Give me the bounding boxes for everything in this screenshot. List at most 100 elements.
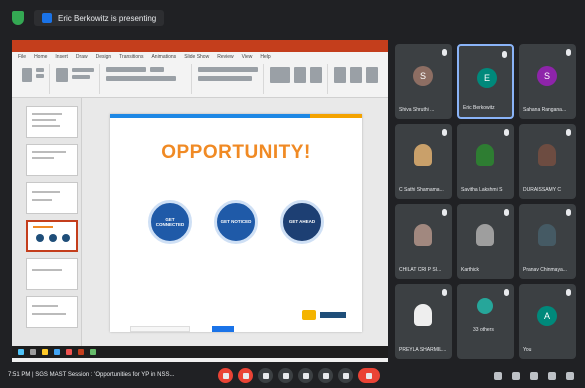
avatar: [538, 144, 556, 166]
participant-tile[interactable]: S Shiva Shruthi ...: [395, 44, 452, 119]
participant-name: PREYLA SHARMIL...: [399, 347, 447, 353]
leave-call-button[interactable]: [358, 368, 380, 383]
ribbon-tab[interactable]: File: [18, 54, 26, 60]
raise-hand-button[interactable]: [318, 368, 333, 383]
participant-tile[interactable]: Savitha Lakshmi S: [457, 124, 514, 199]
slide-accent-bar-orange: [310, 114, 362, 118]
participant-tile[interactable]: Pranav Chinmaya...: [519, 204, 576, 279]
mic-off-button[interactable]: [218, 368, 233, 383]
group-avatar: [477, 298, 493, 314]
meeting-title: SGS MAST Session : 'Opportunities for YP…: [35, 372, 175, 378]
lock-icon[interactable]: [566, 372, 574, 380]
mic-off-icon: [504, 289, 509, 296]
participant-tile[interactable]: 33 others: [457, 284, 514, 359]
shared-screen: File Home Insert Draw Design Transitions Anima…: [12, 40, 388, 362]
mic-off-icon: [222, 372, 229, 379]
slide-accent-bar: [110, 114, 310, 118]
avatar: [414, 144, 432, 166]
slide-thumbnail[interactable]: [26, 296, 78, 328]
emoji-button[interactable]: [278, 368, 293, 383]
drawing-group: [266, 64, 328, 94]
ribbon-tab[interactable]: Animations: [151, 54, 176, 60]
avatar: [476, 224, 494, 246]
start-icon[interactable]: [18, 349, 24, 355]
captions-button[interactable]: [258, 368, 273, 383]
notes-button[interactable]: [212, 326, 234, 332]
participant-tile[interactable]: E Eric Berkowitz: [457, 44, 514, 119]
meeting-time: 7:51 PM: [8, 372, 31, 378]
logo-icon: [302, 310, 316, 320]
avatar: S: [413, 66, 433, 86]
slide-thumbnail[interactable]: [26, 258, 78, 290]
participant-tile[interactable]: PREYLA SHARMIL...: [395, 284, 452, 359]
ribbon-tab[interactable]: Home: [34, 54, 47, 60]
mic-off-icon: [442, 209, 447, 216]
circle-get-connected: GET CONNECTED: [148, 200, 192, 244]
logo-icon: [320, 312, 346, 318]
slide-thumbnail[interactable]: [26, 144, 78, 176]
info-icon[interactable]: [494, 372, 502, 380]
edge-icon[interactable]: [54, 349, 60, 355]
slide-thumbnail[interactable]: [26, 182, 78, 214]
participant-tile[interactable]: S Sahana Rangana...: [519, 44, 576, 119]
mic-off-icon: [504, 209, 509, 216]
font-group: [102, 64, 192, 94]
notes-field[interactable]: [130, 326, 190, 332]
camera-off-button[interactable]: [238, 368, 253, 383]
avatar: A: [537, 306, 557, 326]
slide-thumbnail[interactable]: [26, 106, 78, 138]
slide-thumbnail-selected[interactable]: [26, 220, 78, 252]
participant-tile[interactable]: C Sathi Shamama...: [395, 124, 452, 199]
participant-tile[interactable]: DURAISSAMY C: [519, 124, 576, 199]
captions-icon: [262, 372, 269, 379]
mic-off-icon: [442, 129, 447, 136]
avatar: S: [537, 66, 557, 86]
powerpoint-icon[interactable]: [78, 349, 84, 355]
participant-name: DURAISSAMY C: [523, 187, 561, 193]
ribbon-tab[interactable]: Slide Show: [184, 54, 209, 60]
ribbon-tab[interactable]: Insert: [55, 54, 68, 60]
search-icon[interactable]: [30, 349, 36, 355]
people-icon[interactable]: [512, 372, 520, 380]
participant-name: Savitha Lakshmi S: [461, 187, 503, 193]
editing-group: [330, 64, 384, 94]
ribbon-tab[interactable]: Transitions: [119, 54, 143, 60]
mic-off-icon: [566, 289, 571, 296]
activities-icon[interactable]: [548, 372, 556, 380]
hand-icon: [322, 372, 329, 379]
folder-icon[interactable]: [42, 349, 48, 355]
more-icon: [342, 372, 349, 379]
phone-hangup-icon: [366, 372, 372, 379]
circle-label: GET CONNECTED: [155, 216, 185, 227]
present-icon: [42, 13, 52, 23]
avatar: [414, 224, 432, 246]
powerpoint-ribbon: File Home Insert Draw Design Transitions Anima…: [12, 52, 388, 98]
participant-tile[interactable]: Karthick: [457, 204, 514, 279]
more-options-button[interactable]: [338, 368, 353, 383]
slide-title: OPPORTUNITY!: [161, 142, 311, 163]
ribbon-tab[interactable]: Design: [96, 54, 112, 60]
circle-label: GET AHEAD: [288, 219, 316, 225]
participant-tile[interactable]: A You: [519, 284, 576, 359]
ribbon-tab[interactable]: Draw: [76, 54, 88, 60]
present-button[interactable]: [298, 368, 313, 383]
circle-get-noticed: GET NOTICED: [214, 200, 258, 244]
mic-off-icon: [566, 209, 571, 216]
app-icon[interactable]: [66, 349, 72, 355]
avatar: [476, 144, 494, 166]
ribbon-tab[interactable]: Review: [217, 54, 233, 60]
mic-off-icon: [566, 49, 571, 56]
participant-name: C Sathi Shamama...: [399, 187, 444, 193]
ribbon-tab[interactable]: Help: [260, 54, 270, 60]
ribbon-tab[interactable]: View: [242, 54, 253, 60]
present-icon: [302, 372, 309, 379]
participant-name: 33 others: [473, 327, 494, 333]
chat-icon[interactable]: [530, 372, 538, 380]
windows-taskbar: [12, 346, 388, 358]
participant-tile[interactable]: CHILAT CRI P SI...: [395, 204, 452, 279]
participant-name: Shiva Shruthi ...: [399, 107, 435, 113]
mic-off-icon: [504, 129, 509, 136]
app-icon[interactable]: [90, 349, 96, 355]
paragraph-group: [194, 64, 264, 94]
presenting-indicator[interactable]: Eric Berkowitz is presenting: [34, 10, 165, 26]
